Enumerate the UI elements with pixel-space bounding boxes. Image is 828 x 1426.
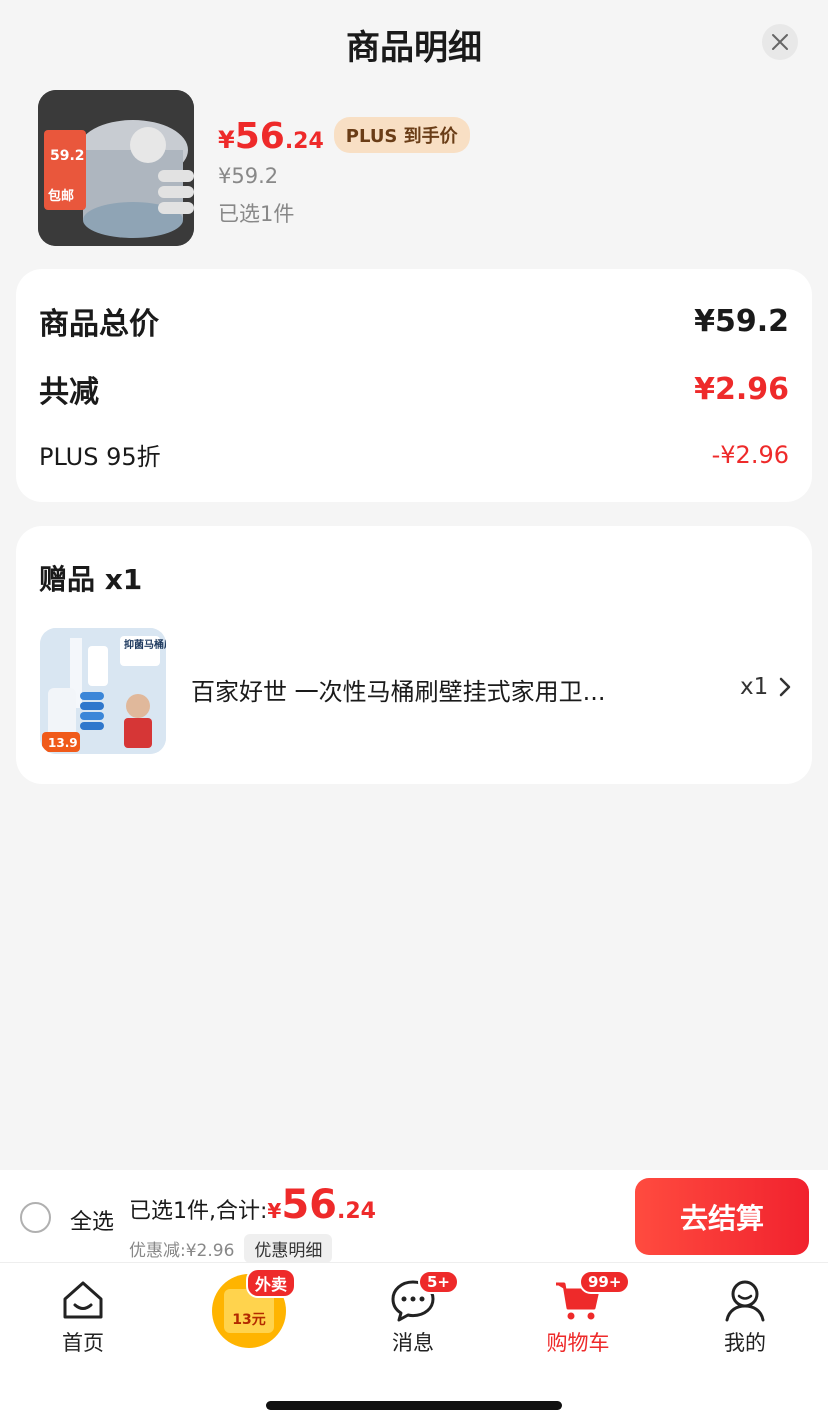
product-image-price: 59.2 bbox=[50, 148, 85, 164]
toilet-brush-image: 抑菌马桶刷 13.9 bbox=[40, 628, 166, 754]
gift-detail-arrow[interactable] bbox=[778, 676, 792, 702]
promo-label: 13元 bbox=[232, 1312, 266, 1328]
price-integer: 56 bbox=[234, 116, 285, 157]
checkout-total-label: 已选1件,合计: bbox=[129, 1199, 268, 1224]
total-price-row: 商品总价 ¥59.2 bbox=[39, 299, 789, 343]
discount-value: ¥2.96 bbox=[694, 371, 789, 407]
discount-detail-button[interactable]: 优惠明细 bbox=[244, 1234, 333, 1263]
plus-discount-value: -¥2.96 bbox=[711, 440, 789, 469]
messages-badge: 5+ bbox=[418, 1270, 460, 1294]
total-price-value: ¥59.2 bbox=[694, 303, 789, 339]
tab-cart[interactable]: 99+ 购物车 bbox=[523, 1270, 633, 1357]
total-price-label: 商品总价 bbox=[39, 307, 159, 342]
tab-mine-label: 我的 bbox=[724, 1331, 766, 1355]
checkout-discount: 优惠减:¥2.96 优惠明细 bbox=[129, 1234, 333, 1263]
select-all-label[interactable]: 全选 bbox=[70, 1204, 114, 1236]
gift-image-label: 抑菌马桶刷 bbox=[124, 638, 166, 651]
product-price: ¥ 56 .24 PLUS 到手价 bbox=[218, 116, 470, 159]
gift-image-price: 13.9 bbox=[48, 736, 78, 750]
product-summary: 59.2 包邮 ¥ 56 .24 PLUS 到手价 ¥59.2 已选1件 bbox=[38, 90, 798, 250]
checkout-button[interactable]: 去结算 bbox=[635, 1178, 809, 1255]
select-all-checkbox[interactable] bbox=[20, 1202, 51, 1233]
product-image[interactable]: 59.2 包邮 bbox=[38, 90, 194, 246]
plus-discount-row: PLUS 95折 -¥2.96 bbox=[39, 437, 789, 472]
tab-messages[interactable]: 5+ 消息 bbox=[358, 1270, 468, 1357]
product-detail-sheet: 商品明细 59.2 包邮 ¥ 56 .24 PLUS 到手价 ¥59.2 已选1… bbox=[0, 0, 828, 1170]
plus-discount-label: PLUS 95折 bbox=[39, 443, 161, 471]
sheet-title: 商品明细 bbox=[346, 28, 482, 68]
discount-row: 共减 ¥2.96 bbox=[39, 367, 789, 411]
price-summary-card: 商品总价 ¥59.2 共减 ¥2.96 PLUS 95折 -¥2.96 bbox=[16, 269, 812, 502]
gift-card: 赠品 x1 抑菌马桶刷 13.9 百家好世 一次性马桶刷壁挂式家用卫... x1 bbox=[16, 526, 812, 784]
tab-mine[interactable]: 我的 bbox=[690, 1275, 800, 1357]
plus-price-tag: PLUS 到手价 bbox=[333, 117, 470, 153]
home-icon bbox=[63, 1281, 103, 1319]
checkout-total-symbol: ¥ bbox=[267, 1199, 282, 1223]
checkout-total-decimal: .24 bbox=[337, 1199, 376, 1224]
mop-bucket-image: 59.2 包邮 bbox=[38, 90, 194, 246]
checkout-discount-text: 优惠减:¥2.96 bbox=[129, 1241, 235, 1261]
tab-home-label: 首页 bbox=[62, 1331, 104, 1355]
checkout-bar: 全选 已选1件,合计: ¥ 56 .24 优惠减:¥2.96 优惠明细 去结算 bbox=[0, 1170, 828, 1263]
discount-label: 共减 bbox=[39, 375, 99, 410]
chevron-right-icon bbox=[779, 677, 791, 697]
gift-name[interactable]: 百家好世 一次性马桶刷壁挂式家用卫... bbox=[191, 672, 691, 707]
original-price: ¥59.2 bbox=[218, 164, 279, 188]
selected-count: 已选1件 bbox=[218, 202, 295, 226]
product-image-badge: 包邮 bbox=[48, 188, 74, 204]
user-icon bbox=[725, 1280, 765, 1322]
promo-badge: 外卖 bbox=[246, 1268, 297, 1298]
price-decimal: .24 bbox=[284, 129, 324, 154]
home-indicator bbox=[266, 1401, 562, 1410]
gift-quantity: x1 bbox=[740, 674, 769, 700]
checkout-total: 已选1件,合计: ¥ 56 .24 bbox=[129, 1182, 376, 1228]
cart-badge: 99+ bbox=[579, 1270, 631, 1294]
close-button[interactable] bbox=[762, 24, 798, 60]
gift-image[interactable]: 抑菌马桶刷 13.9 bbox=[40, 628, 166, 754]
tab-cart-label: 购物车 bbox=[546, 1331, 610, 1355]
gift-title: 赠品 x1 bbox=[39, 563, 143, 596]
checkout-total-integer: 56 bbox=[281, 1182, 337, 1228]
price-symbol: ¥ bbox=[218, 126, 235, 154]
tab-messages-label: 消息 bbox=[392, 1331, 434, 1355]
tab-home[interactable]: 首页 bbox=[28, 1275, 138, 1357]
close-icon bbox=[772, 34, 788, 50]
